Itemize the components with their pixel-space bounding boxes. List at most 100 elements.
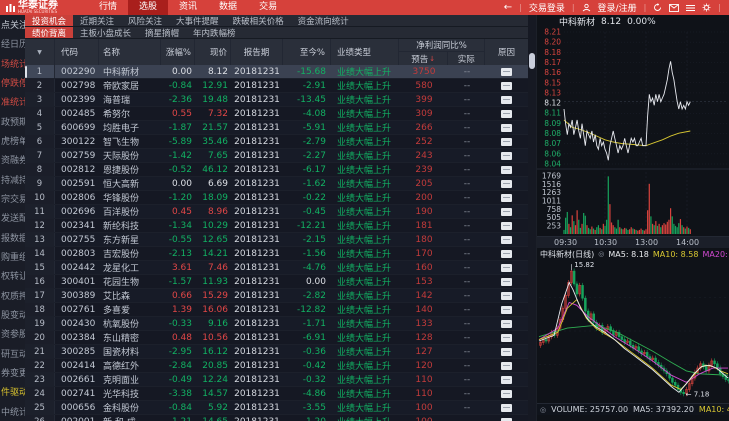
table-row[interactable]: 15 002442 龙星化工 3.61 7.46 20181231 -4.76 业绩大幅上升 1…: [25, 261, 528, 275]
volume-gear-icon[interactable]: ◎: [540, 406, 546, 414]
header-code[interactable]: 代码: [55, 39, 99, 65]
table-row[interactable]: 17 300389 艾比森 0.66 15.29 20181231 -2.82 业绩大幅上升 1…: [25, 289, 528, 303]
sidebar-item[interactable]: 股变动: [0, 305, 25, 324]
sidebar-item[interactable]: 研互动: [0, 344, 25, 363]
menu-item[interactable]: 资讯: [168, 0, 208, 15]
header-actual[interactable]: 实际: [448, 52, 484, 65]
sidebar-item[interactable]: 权转让: [0, 266, 25, 285]
sidebar-item[interactable]: 权质押: [0, 286, 25, 305]
reason-icon[interactable]: [501, 165, 512, 174]
table-row[interactable]: 18 002761 多喜爱 1.39 16.06 20181231 -12.82 业绩大幅上升…: [25, 303, 528, 317]
sidebar-item[interactable]: 宗交易: [0, 189, 25, 208]
reason-icon[interactable]: [501, 67, 512, 76]
table-row[interactable]: 6 300122 智飞生物 -5.89 35.46 20181231 -2.79 业绩大幅上升…: [25, 135, 528, 149]
sidebar-item[interactable]: 点关注: [0, 15, 25, 34]
header-since[interactable]: 至今%: [283, 39, 331, 65]
toolbar-tab[interactable]: 大事件提醒: [169, 15, 226, 27]
table-row[interactable]: 12 002341 新纶科技 -1.34 10.29 20181231 -12.21 业绩大幅…: [25, 219, 528, 233]
table-row[interactable]: 3 002399 海普瑞 -2.36 19.48 20181231 -13.45 业绩大幅上升…: [25, 93, 528, 107]
reason-icon[interactable]: [501, 109, 512, 118]
table-row[interactable]: 1 002290 中科新材 0.00 8.12 20181231 -15.68 业绩大幅上升 3…: [25, 65, 528, 79]
sidebar-item[interactable]: 资参股: [0, 324, 25, 343]
mail-icon[interactable]: [669, 3, 680, 12]
reason-icon[interactable]: [501, 207, 512, 216]
table-row[interactable]: 13 002755 东方新星 -0.55 12.65 20181231 -2.15 业绩大幅上…: [25, 233, 528, 247]
back-arrow-icon[interactable]: ←: [504, 2, 512, 13]
toolbar-subtab[interactable]: 年内跌幅榜: [186, 27, 243, 39]
reason-icon[interactable]: [501, 375, 512, 384]
sidebar-item[interactable]: 停跌停: [0, 73, 25, 92]
toolbar-subtab[interactable]: 摘星摘帽: [138, 27, 186, 39]
reason-icon[interactable]: [501, 277, 512, 286]
reason-icon[interactable]: [501, 319, 512, 328]
table-row[interactable]: 25 000656 金科股份 -0.84 5.92 20181231 -3.55 业绩大幅上升…: [25, 401, 528, 415]
toolbar-tab[interactable]: 风险关注: [121, 15, 169, 27]
toolbar-tab[interactable]: 跌破相关价格: [226, 15, 291, 27]
reason-icon[interactable]: [501, 221, 512, 230]
header-chg[interactable]: 涨幅%: [161, 39, 195, 65]
table-row[interactable]: 9 002591 恒大高新 0.00 6.69 20181231 -1.62 业绩大幅上升 20…: [25, 177, 528, 191]
reason-icon[interactable]: [501, 263, 512, 272]
toolbar-tab[interactable]: 近期关注: [73, 15, 121, 27]
table-row[interactable]: 11 002696 百洋股份 0.45 8.96 20181231 -0.45 业绩大幅上升 1…: [25, 205, 528, 219]
reason-icon[interactable]: [501, 137, 512, 146]
menu-item[interactable]: 行情: [88, 0, 128, 15]
header-type[interactable]: 业绩类型: [331, 39, 399, 65]
header-forecast[interactable]: 预告 ↓: [399, 52, 449, 65]
reason-icon[interactable]: [501, 123, 512, 132]
sidebar-item[interactable]: 报数据: [0, 228, 25, 247]
left-scroll-thumb[interactable]: [25, 66, 27, 78]
header-reason[interactable]: 原因: [485, 39, 528, 65]
table-row[interactable]: 23 002661 克明面业 -0.49 12.24 20181231 -0.32 业绩大幅上…: [25, 373, 528, 387]
table-row[interactable]: 24 002741 光华科技 -3.38 14.57 20181231 -4.86 业绩大幅上…: [25, 387, 528, 401]
kline-chart[interactable]: 15.82 ← 7.18: [537, 260, 729, 403]
sidebar-item[interactable]: 中统计: [0, 402, 25, 421]
sidebar-item[interactable]: 持减持: [0, 170, 25, 189]
sidebar-item[interactable]: 经日历: [0, 34, 25, 53]
sidebar-item[interactable]: 发送配: [0, 208, 25, 227]
table-row[interactable]: 7 002759 天际股份 -1.42 7.65 20181231 -2.27 业绩大幅上升 2…: [25, 149, 528, 163]
reason-icon[interactable]: [501, 333, 512, 342]
reason-icon[interactable]: [501, 235, 512, 244]
table-row[interactable]: 10 002806 华锋股份 -1.20 18.09 20181231 -0.22 业绩大幅上…: [25, 191, 528, 205]
table-row[interactable]: 8 002812 恩捷股份 -0.52 46.12 20181231 -6.17 业绩大幅上升…: [25, 163, 528, 177]
reason-icon[interactable]: [501, 193, 512, 202]
reason-icon[interactable]: [501, 347, 512, 356]
table-row[interactable]: 4 002485 希努尔 0.55 7.32 20181231 -4.08 业绩大幅上升 309…: [25, 107, 528, 121]
toolbar-tab[interactable]: 资金流向统计: [291, 15, 356, 27]
reason-icon[interactable]: [501, 305, 512, 314]
toolbar-tab[interactable]: 投资机会: [25, 15, 74, 27]
sidebar-item[interactable]: 资融券: [0, 150, 25, 169]
table-row[interactable]: 5 600699 均胜电子 -1.87 21.57 20181231 -5.91 业绩大幅上升…: [25, 121, 528, 135]
sidebar-item[interactable]: 准统计: [0, 92, 25, 111]
table-row[interactable]: 2 002798 帝欧家居 -0.84 12.91 20181231 -2.91 业绩大幅上升…: [25, 79, 528, 93]
reason-icon[interactable]: [501, 81, 512, 90]
table-row[interactable]: 21 300285 国瓷材料 -2.95 16.12 20181231 -0.36 业绩大幅上…: [25, 345, 528, 359]
reason-icon[interactable]: [501, 361, 512, 370]
reason-icon[interactable]: [501, 95, 512, 104]
header-name[interactable]: 名称: [99, 39, 161, 65]
reason-icon[interactable]: [501, 179, 512, 188]
sidebar-item[interactable]: 件驱动: [0, 382, 25, 401]
table-row[interactable]: 19 002430 杭氧股份 -0.33 9.16 20181231 -1.71 业绩大幅上升…: [25, 317, 528, 331]
reason-icon[interactable]: [501, 291, 512, 300]
trade-login-button[interactable]: 交易登录: [529, 1, 565, 14]
sidebar-item[interactable]: 购重组: [0, 247, 25, 266]
table-row[interactable]: 16 300401 花园生物 -1.57 11.93 20181231 0.00 业绩大幅上升…: [25, 275, 528, 289]
sidebar-item[interactable]: 虎榜单: [0, 131, 25, 150]
toolbar-subtab[interactable]: 主板小盘成长: [73, 27, 138, 39]
reason-icon[interactable]: [501, 389, 512, 398]
toolbar-subtab[interactable]: 绩价背离: [25, 27, 74, 39]
table-row[interactable]: 20 002384 东山精密 0.48 10.56 20181231 -6.91 业绩大幅上升…: [25, 331, 528, 345]
login-register-button[interactable]: 登录/注册: [598, 1, 637, 14]
menu-item[interactable]: 选股: [128, 0, 169, 15]
header-price[interactable]: 现价: [195, 39, 231, 65]
kline-gear-icon[interactable]: ◎: [598, 250, 604, 258]
table-row[interactable]: 26002001新 和 成-1.2114.6520181231-1.20业绩大幅…: [25, 415, 528, 421]
intraday-chart[interactable]: 8.218.208.188.178.168.158.13 8.128.118.09…: [537, 28, 729, 236]
reason-icon[interactable]: [501, 249, 512, 258]
reason-icon[interactable]: [501, 417, 512, 421]
reason-icon[interactable]: [501, 403, 512, 412]
table-row[interactable]: 14 002803 吉宏股份 -2.13 14.21 20181231 -1.56 业绩大幅上…: [25, 247, 528, 261]
list-icon[interactable]: [686, 4, 696, 12]
